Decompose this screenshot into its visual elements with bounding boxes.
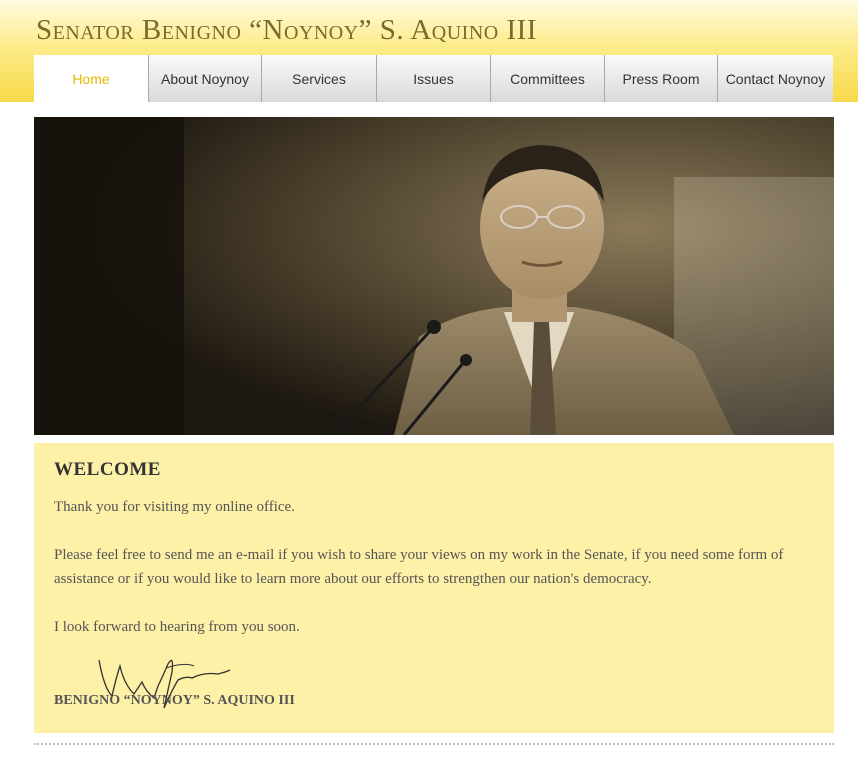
- senator-portrait-image: [34, 117, 834, 435]
- nav-item-issues[interactable]: Issues: [376, 55, 490, 102]
- nav-item-contact-noynoy[interactable]: Contact Noynoy: [717, 55, 833, 102]
- welcome-paragraph: Thank you for visiting my online office.: [54, 499, 295, 515]
- welcome-title: WELCOME: [54, 459, 161, 480]
- dotted-divider: [34, 743, 834, 745]
- nav-item-services[interactable]: Services: [261, 55, 376, 102]
- hero-photo: [34, 117, 834, 435]
- signature-block: BENIGNO “NOYNOY” S. AQUINO III: [54, 648, 454, 728]
- main-nav: Home About Noynoy Services Issues Commit…: [34, 55, 833, 102]
- welcome-section: WELCOME Thank you for visiting my online…: [34, 443, 834, 733]
- welcome-paragraph: I look forward to hearing from you soon.: [54, 619, 300, 635]
- nav-item-home[interactable]: Home: [34, 55, 148, 102]
- signature-name: BENIGNO “NOYNOY” S. AQUINO III: [54, 693, 295, 708]
- site-header: Senator Benigno “Noynoy” S. Aquino III H…: [0, 0, 858, 102]
- site-title: Senator Benigno “Noynoy” S. Aquino III: [36, 14, 537, 46]
- nav-item-press-room[interactable]: Press Room: [604, 55, 717, 102]
- nav-item-about-noynoy[interactable]: About Noynoy: [148, 55, 261, 102]
- nav-item-committees[interactable]: Committees: [490, 55, 604, 102]
- welcome-paragraph: Please feel free to send me an e-mail if…: [54, 547, 784, 587]
